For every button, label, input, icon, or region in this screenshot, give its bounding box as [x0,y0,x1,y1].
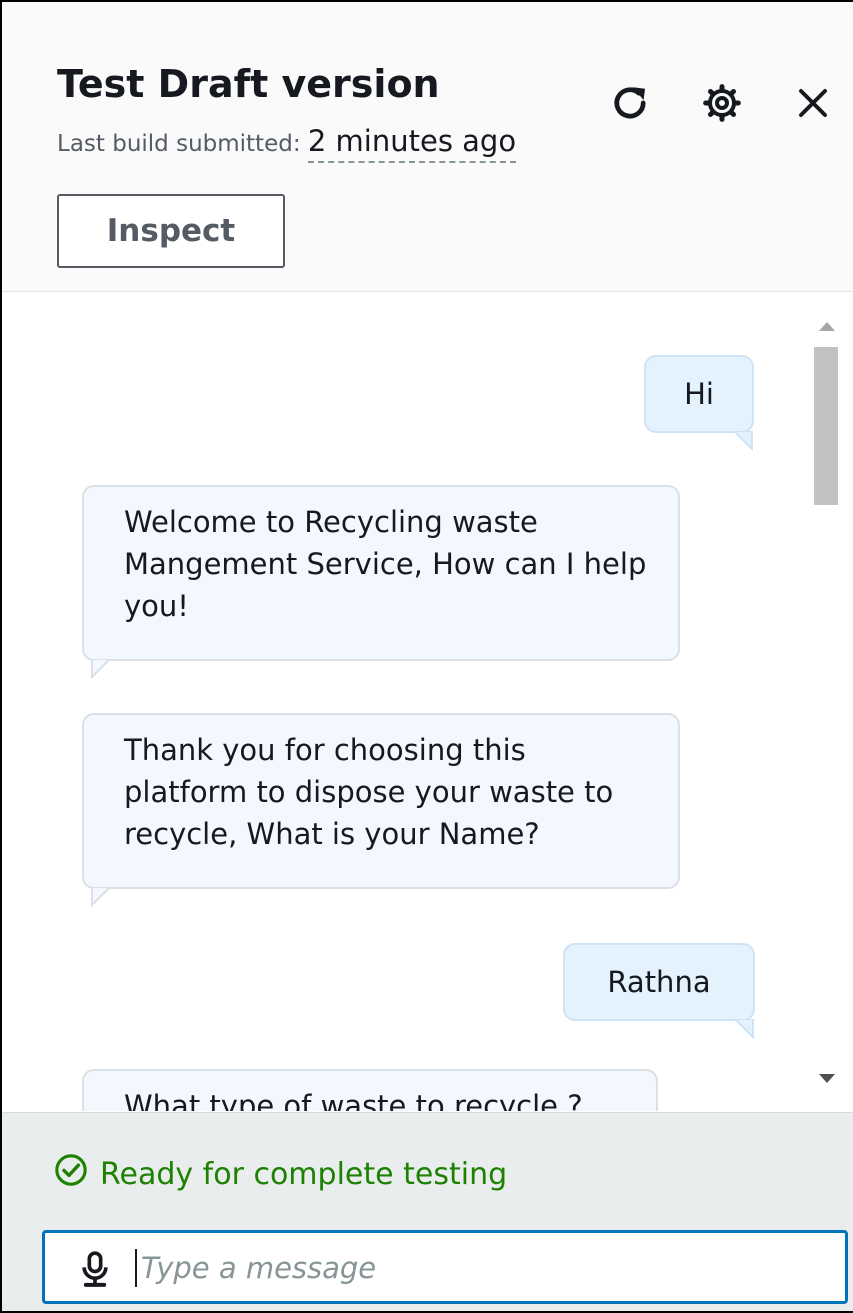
close-button[interactable] [788,78,838,128]
settings-icon [702,83,742,123]
panel-title: Test Draft version [57,62,440,106]
build-status: Last build submitted: 2 minutes ago [57,124,517,163]
scroll-down-arrow[interactable] [819,1074,835,1083]
message-input[interactable] [141,1243,821,1293]
bubble-tail [734,431,753,451]
build-time[interactable]: 2 minutes ago [307,124,517,163]
refresh-icon [608,81,652,125]
message-text: Rathna [607,965,711,999]
bubble-tail [735,1019,754,1039]
test-bot-panel: Test Draft version Last build submitted:… [0,0,853,1313]
bot-message: Welcome to Recycling waste Mangement Ser… [82,485,680,679]
bot-message: What type of waste to recycle ? [82,1069,658,1111]
scroll-up-arrow[interactable] [819,322,835,331]
scroll-thumb[interactable] [814,347,838,505]
bubble-tail [91,659,110,679]
build-status-label: Last build submitted: [57,131,301,157]
check-circle-icon [54,1153,100,1195]
message-text: What type of waste to recycle ? [124,1089,583,1111]
text-cursor [135,1249,137,1287]
chat-scrollbar[interactable] [811,302,841,1102]
user-message: Hi [644,355,754,451]
chat-footer: Ready for complete testing [2,1112,853,1311]
message-text: Thank you for choosing this platform to … [124,733,614,851]
panel-header: Test Draft version Last build submitted:… [2,2,853,292]
close-icon [795,85,831,121]
inspect-button[interactable]: Inspect [57,194,285,268]
message-text: Hi [684,377,714,411]
chat-transcript[interactable]: Hi Welcome to Recycling waste Mangement … [2,293,853,1111]
microphone-icon[interactable] [75,1249,115,1289]
refresh-button[interactable] [605,78,655,128]
user-message: Rathna [563,943,755,1039]
message-input-box[interactable] [42,1230,848,1304]
message-text: Welcome to Recycling waste Mangement Ser… [124,505,647,623]
settings-button[interactable] [697,78,747,128]
testing-status: Ready for complete testing [54,1153,507,1195]
bot-message: Thank you for choosing this platform to … [82,713,680,907]
bubble-tail [91,887,110,907]
status-text: Ready for complete testing [100,1156,508,1192]
